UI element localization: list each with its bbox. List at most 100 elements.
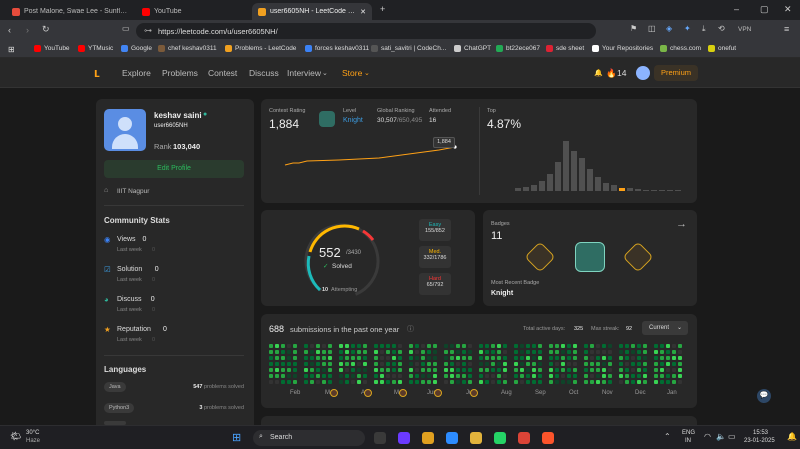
language-code[interactable]: ENG [682,430,695,436]
apps-icon[interactable]: ⊞ [8,45,15,54]
windows-start-icon[interactable]: ⊞ [232,431,241,444]
battery-icon[interactable]: ▭ [728,432,736,441]
contest-badge-icon[interactable] [330,389,338,397]
heatmap-cell [678,374,682,378]
wallet-icon[interactable]: ◈ [666,24,672,33]
notification-bell-icon[interactable]: 🔔 [594,69,603,77]
nav-store[interactable]: Store [342,68,362,78]
bookmark-item[interactable]: sati_savitri | CodeCh... [371,45,446,52]
bookmark-item[interactable]: Problems - LeetCode [225,45,296,52]
whatsapp-icon[interactable] [494,432,506,444]
divider [104,355,244,356]
heatmap-cell [269,344,273,348]
streak-badge-icon[interactable] [622,241,654,273]
streak-fire-icon[interactable]: 🔥 [606,68,617,79]
files-icon[interactable] [374,432,386,444]
heatmap-cell [584,362,588,366]
nav-contest[interactable]: Contest [208,68,237,78]
edge-icon[interactable] [446,432,458,444]
chat-icon[interactable] [398,432,410,444]
vpn-toggle[interactable]: VPN [738,26,751,33]
new-tab-button[interactable]: + [380,4,385,14]
bookmark-item[interactable]: sde sheet [546,45,584,52]
language-tag[interactable]: Java [104,382,126,392]
volume-icon[interactable]: 🔈 [716,432,726,441]
site-info-icon[interactable]: ⊶ [144,26,152,35]
sidebar-icon[interactable]: ◫ [648,24,656,33]
heatmap-cell [532,344,536,348]
minimize-button[interactable]: – [734,4,739,14]
extensions-icon[interactable]: ⚑ [630,24,637,33]
menu-icon[interactable]: ≡ [784,24,789,34]
bookmark-item[interactable]: ChatGPT [454,45,491,52]
year-dropdown[interactable]: Current ⌄ [642,321,688,335]
close-window-button[interactable]: ✕ [784,4,792,15]
bookmark-item[interactable]: bt22ece067 [496,45,540,52]
info-icon[interactable]: ⓘ [407,324,414,334]
heatmap-cell [625,380,629,384]
arrow-right-icon[interactable]: → [676,218,687,230]
bookmark-item[interactable]: YouTube [34,45,70,52]
heatmap-cell [275,368,279,372]
close-tab-icon[interactable]: ✕ [360,8,366,16]
history-icon[interactable]: ⟲ [718,24,725,33]
heatmap-cell [590,344,594,348]
edit-profile-button[interactable]: Edit Profile [104,160,244,178]
nav-interview[interactable]: Interview [287,68,321,78]
heatmap-cell [672,344,676,348]
knight-badge-icon[interactable] [575,242,605,272]
annual-badge-icon[interactable] [524,241,556,273]
wifi-icon[interactable]: ◠ [704,432,711,441]
explorer-icon[interactable] [470,432,482,444]
nav-discuss[interactable]: Discuss [249,68,279,78]
browser-tab[interactable]: user6605NH - LeetCode Profile ✕ [252,3,372,20]
nav-problems[interactable]: Problems [162,68,198,78]
chevron-up-icon[interactable]: ⌃ [664,432,671,441]
heatmap-cell [316,344,320,348]
heatmap-cell [421,380,425,384]
heatmap-cell [602,380,606,384]
chrome-icon[interactable] [518,432,530,444]
back-icon[interactable]: ‹ [8,25,11,35]
premium-button[interactable]: Premium [654,65,698,81]
feedback-icon[interactable]: 💬 [757,389,771,403]
contest-badge-icon[interactable] [470,389,478,397]
bookmark-item[interactable]: YTMusic [78,45,113,52]
download-icon[interactable]: ⤓ [702,24,706,34]
contest-badge-icon[interactable] [399,389,407,397]
bookmark-icon[interactable]: ▭ [122,24,130,33]
leo-icon[interactable]: ✦ [684,24,691,33]
heatmap-cell [345,356,349,360]
forward-icon[interactable]: › [26,25,29,35]
reload-icon[interactable]: ↻ [42,24,50,35]
bookmark-item[interactable]: chess.com [660,45,701,52]
browser-tab[interactable]: YouTube [136,3,246,20]
heatmap-cell [596,356,600,360]
contest-badge-icon[interactable] [364,389,372,397]
taskbar-search[interactable]: ⌕ Search [253,430,365,446]
bookmark-item[interactable]: Google [121,45,152,52]
bookmark-item[interactable]: forces keshav0311 [305,45,369,52]
heatmap-cell [672,362,676,366]
heatmap-cell [549,356,553,360]
bookmark-label: bt22ece067 [506,45,540,52]
bookmark-label: chef keshav0311 [168,45,217,52]
avatar[interactable] [636,66,650,80]
maximize-button[interactable]: ▢ [760,4,769,15]
browser-tab[interactable]: Post Malone, Swae Lee - Sunflower [6,3,136,20]
weather-icon[interactable]: 🌤 [10,431,21,442]
notification-icon[interactable]: 🔔 [787,432,797,441]
attempting-label: Attempting [331,287,358,293]
contest-badge-icon[interactable] [434,389,442,397]
bookmark-item[interactable]: chef keshav0311 [158,45,217,52]
bookmark-item[interactable]: Your Repositories [592,45,653,52]
url-bar[interactable]: ⊶ https://leetcode.com/u/user6605NH/ [136,23,596,39]
bookmark-item[interactable]: onefut [708,45,736,52]
brave-icon[interactable] [542,432,554,444]
leetcode-logo-icon[interactable]: ʟ [94,65,100,80]
clock-time[interactable]: 15:53 [753,430,768,436]
copilot-icon[interactable] [422,432,434,444]
language-tag[interactable]: Python3 [104,403,135,413]
nav-explore[interactable]: Explore [122,68,151,78]
heatmap-cell [322,350,326,354]
